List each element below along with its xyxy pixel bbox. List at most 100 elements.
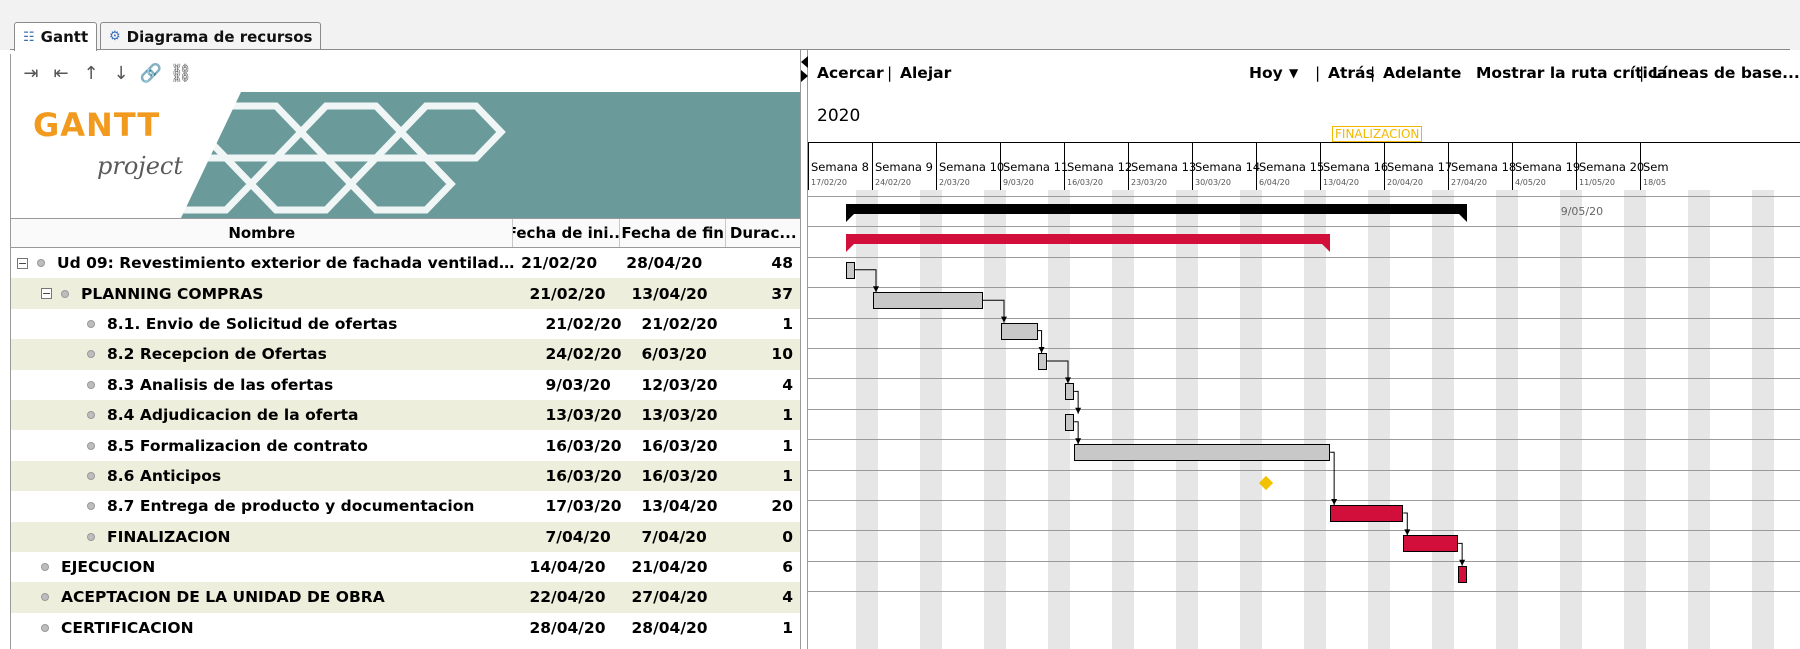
move-up-icon[interactable]: ↑ (79, 61, 103, 85)
task-name-cell[interactable]: 8.4 Adjudicacion de la oferta (11, 406, 542, 424)
task-duration[interactable]: 10 (733, 345, 801, 363)
task-start-date[interactable]: 9/03/20 (542, 376, 638, 394)
task-end-date[interactable]: 7/04/20 (638, 528, 734, 546)
column-end[interactable]: Fecha de fin (620, 219, 727, 247)
task-name-cell[interactable]: − PLANNING COMPRAS (11, 285, 525, 303)
table-row[interactable]: 8.3 Analisis de las ofertas 9/03/20 12/03/… (11, 370, 801, 400)
task-start-date[interactable]: 24/02/20 (542, 345, 638, 363)
task-bullet-icon (87, 532, 95, 541)
outdent-icon[interactable]: ⇤ (49, 61, 73, 85)
task-end-date[interactable]: 16/03/20 (638, 437, 734, 455)
table-row[interactable]: − Ud 09: Revestimiento exterior de fachad… (11, 248, 801, 278)
dependency-arrow[interactable] (1330, 451, 1335, 505)
task-end-date[interactable]: 16/03/20 (638, 467, 734, 485)
column-start[interactable]: Fecha de ini... (513, 219, 620, 247)
ganttproject-logo: GANTT (33, 106, 161, 144)
task-name-cell[interactable]: 8.3 Analisis de las ofertas (11, 376, 542, 394)
task-start-date[interactable]: 28/04/20 (525, 619, 627, 637)
task-duration[interactable]: 20 (733, 497, 801, 515)
task-duration[interactable]: 37 (730, 285, 801, 303)
task-end-date[interactable]: 13/04/20 (638, 497, 734, 515)
indent-icon[interactable]: ⇥ (19, 61, 43, 85)
collapse-left-icon[interactable] (801, 56, 808, 68)
table-row[interactable]: 8.7 Entrega de producto y documentacion 1… (11, 491, 801, 521)
task-start-date[interactable]: 17/03/20 (542, 497, 638, 515)
unlink-icon[interactable]: ⛓ (169, 61, 193, 85)
tab-gantt[interactable]: ☷ Gantt (14, 22, 98, 51)
task-name: Ud 09: Revestimiento exterior de fachada… (57, 254, 517, 273)
table-row[interactable]: 8.6 Anticipos 16/03/20 16/03/20 1 (11, 460, 801, 492)
task-duration[interactable]: 1 (733, 406, 801, 424)
task-duration[interactable]: 4 (733, 376, 801, 394)
table-row[interactable]: − PLANNING COMPRAS 21/02/20 13/04/20 37 (11, 278, 801, 309)
table-row[interactable]: FINALIZACION 7/04/20 7/04/20 0 (11, 521, 801, 552)
dependency-arrow[interactable] (854, 269, 877, 293)
task-duration[interactable]: 1 (730, 619, 801, 637)
task-name-cell[interactable]: 8.5 Formalizacion de contrato (11, 437, 542, 455)
task-end-date[interactable]: 21/04/20 (628, 558, 730, 576)
task-bullet-icon (87, 319, 95, 328)
task-name: 8.7 Entrega de producto y documentacion (107, 497, 475, 516)
task-name-cell[interactable]: FINALIZACION (11, 528, 542, 546)
dependency-arrowhead (1075, 407, 1082, 414)
task-end-date[interactable]: 13/03/20 (638, 406, 734, 424)
task-name: 8.1. Envio de Solicitud de ofertas (107, 314, 398, 333)
task-duration[interactable]: 48 (728, 254, 801, 272)
task-start-date[interactable]: 7/04/20 (542, 528, 638, 546)
task-name-cell[interactable]: 8.2 Recepcion de Ofertas (11, 345, 542, 363)
task-start-date[interactable]: 14/04/20 (525, 558, 627, 576)
dependency-arrow[interactable] (1046, 360, 1069, 384)
dependency-links (854, 269, 1466, 566)
task-end-date[interactable]: 13/04/20 (628, 285, 730, 303)
task-start-date[interactable]: 16/03/20 (542, 467, 638, 485)
link-icon[interactable]: 🔗 (139, 61, 163, 85)
task-name: 8.4 Adjudicacion de la oferta (107, 406, 359, 425)
move-down-icon[interactable]: ↓ (109, 61, 133, 85)
task-name-cell[interactable]: ACEPTACION DE LA UNIDAD DE OBRA (11, 588, 525, 606)
task-name-cell[interactable]: 8.1. Envio de Solicitud de ofertas (11, 315, 542, 333)
task-start-date[interactable]: 13/03/20 (542, 406, 638, 424)
task-name-cell[interactable]: CERTIFICACION (11, 619, 525, 637)
task-start-date[interactable]: 21/02/20 (517, 254, 622, 272)
task-name: 8.5 Formalizacion de contrato (107, 436, 368, 455)
task-duration[interactable]: 1 (733, 467, 801, 485)
task-name-cell[interactable]: 8.7 Entrega de producto y documentacion (11, 497, 542, 515)
task-name: FINALIZACION (107, 527, 231, 546)
dependency-arrowhead (1038, 347, 1045, 353)
table-row[interactable]: 8.2 Recepcion de Ofertas 24/02/20 6/03/20 1… (11, 339, 801, 370)
table-row[interactable]: EJECUCION 14/04/20 21/04/20 6 (11, 552, 801, 582)
task-end-date[interactable]: 6/03/20 (638, 345, 734, 363)
tree-toolbar: ⇥ ⇤ ↑ ↓ 🔗 ⛓ (11, 54, 801, 92)
task-name-cell[interactable]: EJECUCION (11, 558, 525, 576)
table-row[interactable]: 8.4 Adjudicacion de la oferta 13/03/20 13/… (11, 399, 801, 431)
task-name-cell[interactable]: − Ud 09: Revestimiento exterior de fachad… (11, 254, 517, 272)
task-start-date[interactable]: 21/02/20 (542, 315, 638, 333)
task-duration[interactable]: 1 (733, 437, 801, 455)
task-end-date[interactable]: 28/04/20 (622, 254, 727, 272)
table-row[interactable]: ACEPTACION DE LA UNIDAD DE OBRA 22/04/20 2… (11, 582, 801, 613)
task-start-date[interactable]: 21/02/20 (525, 285, 627, 303)
task-end-date[interactable]: 28/04/20 (628, 619, 730, 637)
column-duration[interactable]: Durac... (726, 219, 802, 247)
task-duration[interactable]: 0 (733, 528, 801, 546)
collapse-right-icon[interactable] (801, 70, 808, 82)
task-duration[interactable]: 1 (733, 315, 801, 333)
table-row[interactable]: 8.1. Envio de Solicitud de ofertas 21/02/… (11, 309, 801, 339)
task-name-cell[interactable]: 8.6 Anticipos (11, 467, 542, 485)
collapse-icon[interactable]: − (17, 257, 28, 269)
tab-resources[interactable]: ⚙ Diagrama de recursos (100, 22, 322, 50)
table-row[interactable]: CERTIFICACION 28/04/20 28/04/20 1 (11, 613, 801, 643)
task-end-date[interactable]: 12/03/20 (638, 376, 734, 394)
table-row[interactable]: 8.5 Formalizacion de contrato 16/03/20 16/… (11, 430, 801, 460)
task-name: PLANNING COMPRAS (81, 284, 264, 303)
task-duration[interactable]: 4 (730, 588, 801, 606)
collapse-icon[interactable]: − (41, 288, 52, 300)
column-name[interactable]: Nombre (11, 219, 514, 247)
dependency-arrow[interactable] (982, 299, 1005, 323)
task-end-date[interactable]: 21/02/20 (638, 315, 734, 333)
task-end-date[interactable]: 27/04/20 (628, 588, 730, 606)
panel-splitter[interactable] (800, 50, 808, 649)
task-start-date[interactable]: 22/04/20 (525, 588, 627, 606)
task-start-date[interactable]: 16/03/20 (542, 437, 638, 455)
task-duration[interactable]: 6 (730, 558, 801, 576)
